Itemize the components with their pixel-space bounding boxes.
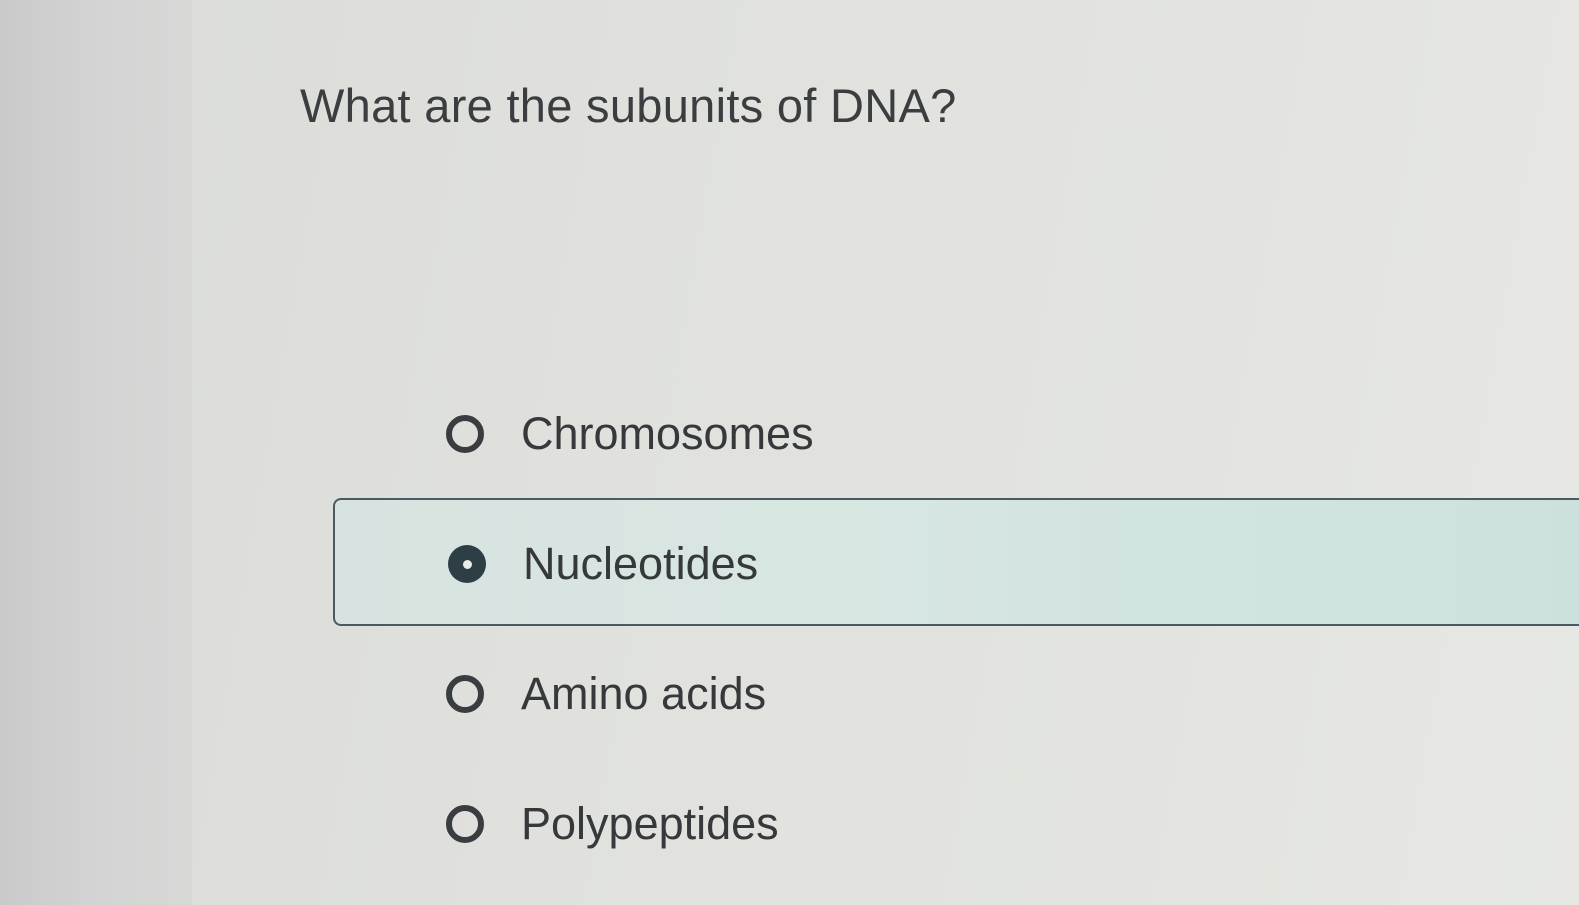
answer-option-nucleotides[interactable]: Nucleotides — [333, 498, 1579, 626]
radio-unselected-icon[interactable] — [446, 415, 484, 453]
answer-option-amino-acids[interactable]: Amino acids — [333, 628, 1579, 756]
option-label: Chromosomes — [521, 408, 814, 459]
option-label: Nucleotides — [523, 538, 759, 589]
radio-unselected-icon[interactable] — [446, 675, 484, 713]
option-label: Amino acids — [521, 668, 767, 719]
left-margin-strip — [0, 0, 192, 905]
answer-option-polypeptides[interactable]: Polypeptides — [333, 758, 1579, 886]
radio-selected-icon[interactable] — [448, 545, 486, 583]
option-label: Polypeptides — [521, 798, 779, 849]
answer-option-chromosomes[interactable]: Chromosomes — [333, 368, 1579, 496]
question-text: What are the subunits of DNA? — [300, 79, 957, 132]
radio-unselected-icon[interactable] — [446, 805, 484, 843]
